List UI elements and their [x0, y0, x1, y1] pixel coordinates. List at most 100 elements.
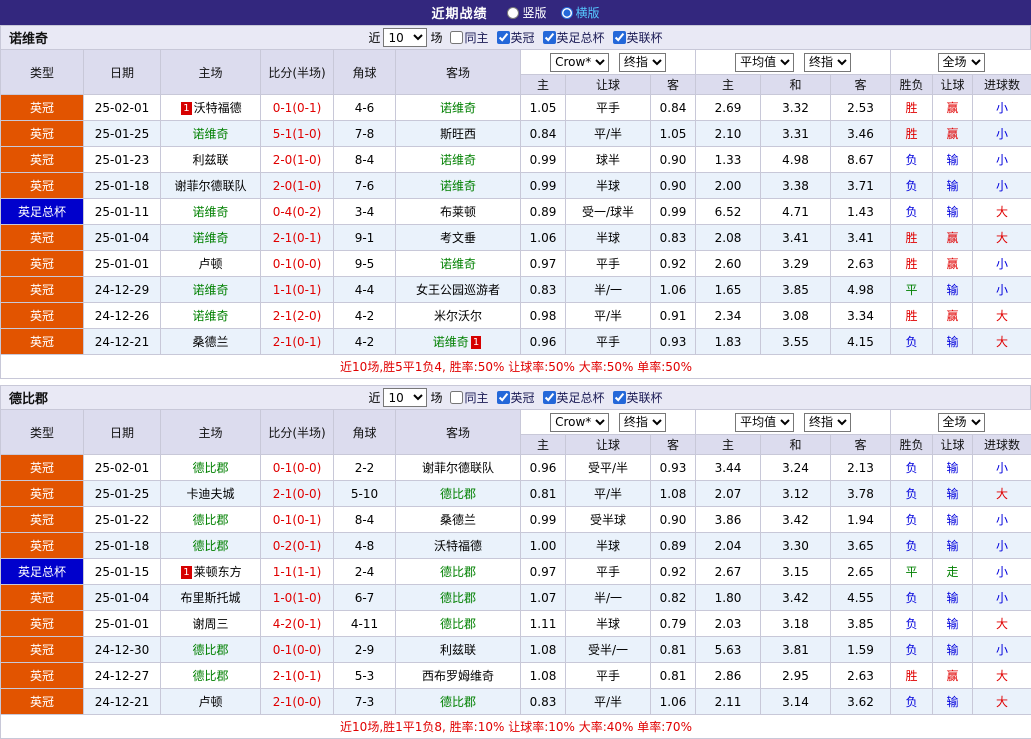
euro-home-odds-cell: 2.60 — [696, 251, 761, 277]
corner-cell: 3-4 — [334, 199, 396, 225]
match-type-cell: 英冠 — [1, 329, 84, 355]
layout-option-vertical[interactable]: 竖版 — [507, 4, 546, 21]
asian-home-odds-cell: 0.84 — [521, 121, 566, 147]
team-name-text: 德比郡 — [440, 617, 476, 631]
match-type-cell: 英冠 — [1, 251, 84, 277]
match-count-select[interactable]: 10 — [383, 28, 427, 47]
result-handicap-cell: 赢 — [933, 303, 973, 329]
result-winlose-cell: 负 — [891, 173, 933, 199]
efl-cup-checkbox[interactable] — [613, 391, 626, 404]
col-away: 客场 — [396, 410, 521, 455]
team-name-text: 谢菲尔德联队 — [422, 461, 494, 475]
red-card-badge: 1 — [181, 566, 191, 579]
corner-cell: 5-3 — [334, 663, 396, 689]
fa-cup-checkbox[interactable] — [543, 31, 556, 44]
team-name-text: 桑德兰 — [192, 335, 228, 349]
result-goals-cell: 大 — [973, 225, 1031, 251]
col-euro-draw: 和 — [761, 435, 831, 455]
team-name-text: 布莱顿 — [440, 205, 476, 219]
efl-cup-checkbox[interactable] — [613, 31, 626, 44]
match-date-cell: 25-02-01 — [84, 455, 161, 481]
score-cell: 1-1(0-1) — [261, 277, 334, 303]
team-name-text: 德比郡 — [192, 643, 228, 657]
result-handicap-cell: 赢 — [933, 663, 973, 689]
asian-handicap-cell: 平/半 — [566, 303, 651, 329]
match-row: 英冠25-01-04诺维奇2-1(0-1)9-1考文垂1.06半球0.832.0… — [1, 225, 1031, 251]
bookmaker-select[interactable]: Crow* — [550, 53, 609, 72]
match-row: 英冠24-12-27德比郡2-1(0-1)5-3西布罗姆维奇1.08平手0.81… — [1, 663, 1031, 689]
same-home-checkbox[interactable] — [450, 391, 463, 404]
euro-time-select[interactable]: 终指 — [804, 53, 851, 72]
result-goals-cell: 小 — [973, 585, 1031, 611]
away-team-cell: 谢菲尔德联队 — [396, 455, 521, 481]
asian-home-odds-cell: 1.05 — [521, 95, 566, 121]
match-date-cell: 24-12-29 — [84, 277, 161, 303]
euro-source-select[interactable]: 平均值 — [735, 53, 794, 72]
fa-cup-checkbox[interactable] — [543, 391, 556, 404]
corner-cell: 7-3 — [334, 689, 396, 715]
asian-time-select[interactable]: 终指 — [619, 413, 666, 432]
league-filter-efl-cup[interactable]: 英联杯 — [613, 389, 663, 406]
match-count-select[interactable]: 10 — [383, 388, 427, 407]
asian-handicap-cell: 球半 — [566, 147, 651, 173]
same-home-filter[interactable]: 同主 — [450, 29, 488, 46]
red-card-badge: 1 — [181, 102, 191, 115]
team-name-text: 诺维奇 — [192, 231, 228, 245]
same-home-filter[interactable]: 同主 — [450, 389, 488, 406]
home-team-cell: 布里斯托城 — [161, 585, 261, 611]
result-goals-cell: 大 — [973, 689, 1031, 715]
asian-home-odds-cell: 1.00 — [521, 533, 566, 559]
asian-time-select[interactable]: 终指 — [619, 53, 666, 72]
match-type-cell: 英冠 — [1, 481, 84, 507]
scope-select-cell: 全场 — [891, 50, 1031, 75]
result-winlose-cell: 负 — [891, 481, 933, 507]
euro-source-select[interactable]: 平均值 — [735, 413, 794, 432]
league-filter-efl-cup[interactable]: 英联杯 — [613, 29, 663, 46]
home-team-cell: 桑德兰 — [161, 329, 261, 355]
championship-checkbox[interactable] — [497, 391, 510, 404]
euro-home-odds-cell: 2.10 — [696, 121, 761, 147]
col-euro-draw: 和 — [761, 75, 831, 95]
result-handicap-cell: 输 — [933, 329, 973, 355]
vertical-layout-radio[interactable] — [507, 7, 519, 19]
col-type: 类型 — [1, 50, 84, 95]
result-goals-cell: 小 — [973, 637, 1031, 663]
league-filter-fa-cup[interactable]: 英足总杯 — [543, 389, 605, 406]
euro-draw-odds-cell: 3.42 — [761, 507, 831, 533]
same-home-label: 同主 — [464, 389, 488, 406]
team-name-text: 桑德兰 — [440, 513, 476, 527]
result-winlose-cell: 负 — [891, 533, 933, 559]
asian-away-odds-cell: 0.92 — [651, 559, 696, 585]
result-handicap-cell: 输 — [933, 147, 973, 173]
euro-draw-odds-cell: 3.38 — [761, 173, 831, 199]
match-type-cell: 英冠 — [1, 173, 84, 199]
match-row: 英冠25-02-01德比郡0-1(0-0)2-2谢菲尔德联队0.96受平/半0.… — [1, 455, 1031, 481]
bookmaker-select[interactable]: Crow* — [550, 413, 609, 432]
away-team-cell: 德比郡 — [396, 611, 521, 637]
col-euro-home: 主 — [696, 435, 761, 455]
col-home: 主场 — [161, 50, 261, 95]
fa-cup-label: 英足总杯 — [557, 389, 605, 406]
asian-handicap-cell: 平手 — [566, 251, 651, 277]
result-handicap-cell: 赢 — [933, 121, 973, 147]
scope-select[interactable]: 全场 — [938, 413, 985, 432]
league-filter-championship[interactable]: 英冠 — [497, 389, 535, 406]
horizontal-layout-radio[interactable] — [561, 7, 573, 19]
asian-handicap-cell: 受平/半 — [566, 455, 651, 481]
away-team-cell: 沃特福德 — [396, 533, 521, 559]
league-filter-fa-cup[interactable]: 英足总杯 — [543, 29, 605, 46]
euro-home-odds-cell: 1.80 — [696, 585, 761, 611]
championship-checkbox[interactable] — [497, 31, 510, 44]
asian-handicap-cell: 半/一 — [566, 585, 651, 611]
league-filter-championship[interactable]: 英冠 — [497, 29, 535, 46]
euro-away-odds-cell: 3.41 — [831, 225, 891, 251]
scope-select[interactable]: 全场 — [938, 53, 985, 72]
layout-option-horizontal[interactable]: 横版 — [561, 4, 600, 21]
asian-home-odds-cell: 0.96 — [521, 455, 566, 481]
team-name-text: 女王公园巡游者 — [416, 283, 500, 297]
same-home-checkbox[interactable] — [450, 31, 463, 44]
euro-time-select[interactable]: 终指 — [804, 413, 851, 432]
team-name-text: 德比郡 — [440, 591, 476, 605]
col-asian-away: 客 — [651, 435, 696, 455]
asian-away-odds-cell: 1.05 — [651, 121, 696, 147]
